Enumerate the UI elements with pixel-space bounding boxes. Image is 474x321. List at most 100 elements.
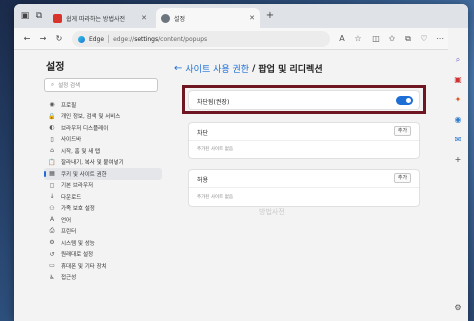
sidebar-item[interactable]: ◻ 기본 브라우저	[44, 180, 162, 192]
favorite-star-icon[interactable]: ☆	[352, 33, 364, 45]
sidebar-item-label: 원래대로 설정	[61, 252, 94, 259]
cookie-icon: ▦	[49, 170, 55, 178]
language-icon: A	[49, 216, 55, 224]
page-title: 팝업 및 리디렉션	[258, 65, 323, 75]
sidebar-item[interactable]: A 언어	[44, 214, 162, 226]
url-field[interactable]: Edge edge://settings/content/popups	[72, 31, 330, 47]
tab-title: 설정	[174, 15, 186, 23]
tab-blog[interactable]: 쉽게 따라하는 방법사전 ✕	[48, 8, 152, 28]
page-header: ← 사이트 사용 권한 / 팝업 및 리디렉션	[174, 62, 323, 75]
accessibility-icon: ♿	[49, 273, 55, 281]
sidebar-item[interactable]: ◐ 브라우저 디스플레이	[44, 122, 162, 134]
more-menu-icon[interactable]: ⋯	[434, 33, 446, 45]
block-add-button[interactable]: 추가	[394, 126, 411, 136]
tab-settings[interactable]: 설정 ✕	[156, 8, 260, 28]
url-brand: Edge	[89, 35, 105, 43]
search-sidebar-icon[interactable]: ⌕	[452, 54, 464, 66]
refresh-icon[interactable]: ↻	[52, 32, 66, 46]
close-tab-icon[interactable]: ✕	[249, 14, 255, 22]
favorites-icon[interactable]: ✩	[386, 33, 398, 45]
sidebar-item-label: 접근성	[61, 275, 77, 282]
block-empty-text: 추가된 사이트 없음	[197, 147, 233, 152]
sidebar-item[interactable]: ⎙ 프린터	[44, 226, 162, 238]
sidebar-item-label: 가족 보호 설정	[61, 206, 95, 213]
sidebar-item[interactable]: ♿ 접근성	[44, 272, 162, 284]
back-arrow-icon[interactable]: ←	[174, 63, 182, 74]
close-tab-icon[interactable]: ✕	[141, 14, 147, 22]
games-icon[interactable]: ◉	[452, 114, 464, 126]
allow-section-card: 허용 추가 추가된 사이트 없음	[188, 169, 420, 207]
sidebar-item-label: 휴대폰 및 기타 장치	[61, 263, 107, 270]
back-icon[interactable]: ←	[20, 32, 34, 46]
sidebar-item-label: 시스템 및 성능	[61, 240, 95, 247]
sidebar-item-label: 개인 정보, 검색 및 서비스	[61, 114, 121, 121]
new-tab-button[interactable]: +	[264, 10, 276, 22]
reset-icon: ↺	[49, 250, 55, 258]
sidebar-item[interactable]: ⚇ 가족 보호 설정	[44, 203, 162, 215]
split-screen-icon[interactable]: ◫	[370, 33, 382, 45]
url-divider	[108, 35, 110, 43]
shopping-icon[interactable]: ▣	[452, 74, 464, 86]
highlight-box	[182, 85, 426, 114]
system-icon: ⚙	[49, 239, 55, 247]
forward-icon[interactable]: →	[36, 32, 50, 46]
family-icon: ⚇	[49, 204, 55, 212]
block-section-card: 차단 추가 추가된 사이트 없음	[188, 122, 420, 159]
sidebar-item-label: 브라우저 디스플레이	[61, 125, 109, 132]
allow-add-button[interactable]: 추가	[394, 173, 411, 183]
settings-menu: ◉ 프로필 🔒 개인 정보, 검색 및 서비스 ◐ 브라우저 디스플레이 ▯ 사이드바 ⌂ 시작,…	[44, 99, 162, 283]
phone-icon: ▭	[49, 262, 55, 270]
search-placeholder: 설정 검색	[58, 83, 81, 89]
settings-gear-icon	[161, 13, 170, 23]
sidebar-item[interactable]: ↺ 원래대로 설정	[44, 249, 162, 261]
sidebar-settings-icon[interactable]: ⚙	[452, 302, 464, 314]
download-icon: ↓	[49, 193, 55, 201]
sidebar-item[interactable]: ↓ 다운로드	[44, 191, 162, 203]
settings-title: 설정	[46, 62, 65, 73]
sidebar-item-label: 프린터	[61, 229, 77, 236]
sidebar-item[interactable]: ◉ 프로필	[44, 99, 162, 111]
sidebar-item-label: 잘라내기, 복사 및 붙여넣기	[61, 160, 124, 167]
edge-right-sidebar: ⌕ ▣ ✦ ◉ ✉ + ⚙	[448, 28, 468, 321]
sidebar-item[interactable]: ⚙ 시스템 및 성능	[44, 237, 162, 249]
breadcrumb-link[interactable]: 사이트 사용 권한	[185, 62, 249, 75]
sidebar-item-label: 시작, 홈 및 새 탭	[61, 148, 101, 155]
settings-search-input[interactable]: ⌕ 설정 검색	[44, 78, 158, 92]
sidebar-icon: ▯	[50, 135, 54, 143]
extensions-icon[interactable]: ♡	[418, 33, 430, 45]
sidebar-item[interactable]: ▭ 휴대폰 및 기타 장치	[44, 260, 162, 272]
outlook-icon[interactable]: ✉	[452, 134, 464, 146]
sidebar-item-label: 언어	[61, 217, 72, 224]
settings-content: ← 사이트 사용 권한 / 팝업 및 리디렉션 차단됨(권장) 차단 추가 추가…	[164, 52, 438, 321]
read-aloud-icon[interactable]: A	[336, 33, 348, 45]
sidebar-item[interactable]: 🔒 개인 정보, 검색 및 서비스	[44, 111, 162, 123]
edge-logo-icon	[78, 35, 85, 43]
tab-actions-icon[interactable]: ⧉	[32, 9, 46, 23]
profile-icon: ◉	[49, 101, 55, 109]
sidebar-item-label: 다운로드	[61, 194, 82, 201]
tools-icon[interactable]: ✦	[452, 94, 464, 106]
clipboard-icon: 📋	[48, 158, 56, 166]
breadcrumb-separator: /	[252, 63, 256, 74]
lock-icon: 🔒	[48, 112, 56, 120]
browser-window: ▣ ⧉ 쉽게 따라하는 방법사전 ✕ 설정 ✕ + ← → ↻ Edge edg…	[14, 4, 468, 321]
collections-icon[interactable]: ⧉	[402, 33, 414, 45]
settings-sidebar: 설정 ⌕ 설정 검색 ◉ 프로필 🔒 개인 정보, 검색 및 서비스 ◐ 브라우저 디스플…	[34, 52, 164, 321]
sidebar-item-label: 쿠키 및 사이트 권한	[61, 171, 107, 178]
window-menu-icon[interactable]: ▣	[18, 9, 32, 23]
sidebar-item[interactable]: ▯ 사이드바	[44, 134, 162, 146]
sidebar-item-label: 기본 브라우저	[61, 183, 94, 190]
watermark: 방법사전	[259, 208, 285, 216]
browser-icon: ◻	[49, 181, 55, 189]
address-bar: ← → ↻ Edge edge://settings/content/popup…	[14, 28, 468, 50]
url-text: edge://settings/content/popups	[113, 35, 208, 43]
allow-section-title: 허용	[197, 177, 209, 184]
sidebar-item[interactable]: ▦ 쿠키 및 사이트 권한	[44, 168, 162, 180]
sidebar-item[interactable]: ⌂ 시작, 홈 및 새 탭	[44, 145, 162, 157]
search-icon: ⌕	[51, 81, 55, 88]
sidebar-item[interactable]: 📋 잘라내기, 복사 및 붙여넣기	[44, 157, 162, 169]
tab-bar: ▣ ⧉ 쉽게 따라하는 방법사전 ✕ 설정 ✕ +	[14, 4, 468, 28]
sidebar-item-label: 사이드바	[61, 137, 82, 144]
home-icon: ⌂	[50, 147, 54, 155]
add-sidebar-app-icon[interactable]: +	[452, 154, 464, 166]
